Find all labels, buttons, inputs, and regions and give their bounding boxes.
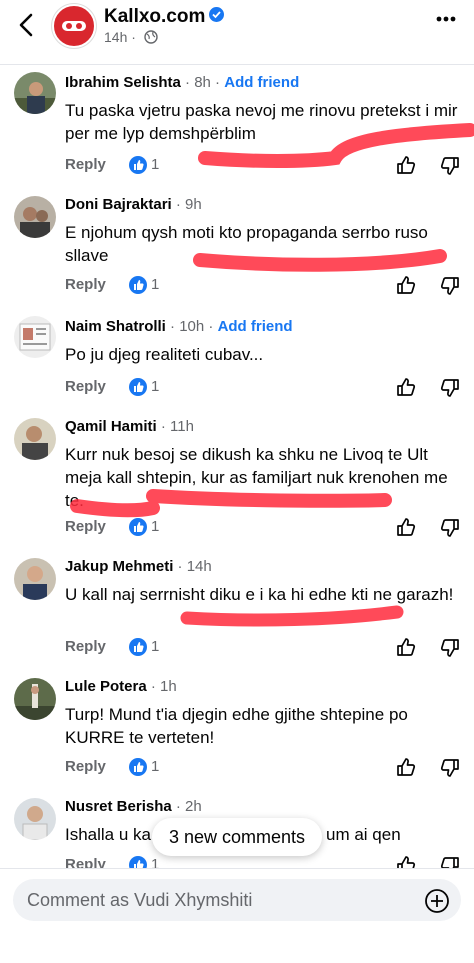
comment-time: · 2h	[175, 798, 202, 815]
kallxo-logo-icon	[57, 9, 91, 43]
reply-button[interactable]: Reply	[65, 638, 106, 655]
comment-time: · 10h ·	[170, 318, 214, 335]
page-logo[interactable]	[52, 4, 96, 48]
comment-text-start: Ishalla u ka	[65, 825, 151, 844]
like-count: 1	[151, 156, 160, 173]
thumbs-down-icon[interactable]	[439, 517, 461, 539]
avatar[interactable]	[14, 558, 56, 600]
like-reaction-icon	[129, 276, 147, 294]
avatar[interactable]	[14, 798, 56, 840]
back-arrow-icon[interactable]	[14, 12, 40, 38]
top-bar: Kallxo.com 14h ·	[0, 0, 474, 62]
like-reaction-icon	[129, 378, 147, 396]
add-friend-button[interactable]: Add friend	[218, 318, 293, 335]
page-title[interactable]: Kallxo.com	[104, 6, 225, 28]
comment-header: Nusret Berisha · 2h	[65, 798, 202, 815]
comment-time: · 11h	[160, 418, 194, 435]
add-attachment-icon[interactable]	[424, 888, 450, 914]
commenter-name[interactable]: Lule Potera	[65, 678, 147, 695]
like-reaction-icon	[129, 638, 147, 656]
comment-header: Doni Bajraktari · 9h	[65, 196, 202, 213]
like-count: 1	[151, 758, 160, 775]
red-scribble-mark	[70, 489, 392, 518]
reply-button[interactable]: Reply	[65, 758, 106, 775]
comment-actions: Reply 1	[65, 378, 465, 398]
commenter-name[interactable]: Naim Shatrolli	[65, 318, 166, 335]
comment-text: Po ju djeg realiteti cubav...	[65, 345, 264, 364]
comment-text-end: um ai qen	[326, 825, 401, 844]
like-count: 1	[151, 638, 160, 655]
new-comments-button[interactable]: 3 new comments	[152, 818, 322, 856]
commenter-name[interactable]: Ibrahim Selishta	[65, 74, 181, 91]
avatar[interactable]	[14, 678, 56, 720]
comment-header: Lule Potera · 1h	[65, 678, 177, 695]
more-options-icon[interactable]	[436, 16, 456, 22]
commenter-name[interactable]: Nusret Berisha	[65, 798, 172, 815]
reply-button[interactable]: Reply	[65, 276, 106, 293]
commenter-name[interactable]: Jakup Mehmeti	[65, 558, 173, 575]
like-reaction-icon	[129, 156, 147, 174]
red-scribble-mark	[193, 249, 447, 272]
avatar[interactable]	[14, 418, 56, 460]
header-divider	[0, 64, 474, 65]
red-scribble-mark	[198, 123, 474, 168]
comment-time: · 14h	[177, 558, 212, 575]
globe-icon	[144, 30, 158, 44]
comment-time: · 1h	[150, 678, 177, 695]
avatar[interactable]	[14, 196, 56, 238]
comment-header: Qamil Hamiti · 11h	[65, 418, 194, 435]
post-meta: 14h ·	[104, 29, 158, 45]
thumbs-down-icon[interactable]	[439, 377, 461, 399]
comment-time: · 9h	[175, 196, 202, 213]
thumbs-up-icon[interactable]	[395, 636, 417, 658]
comment-actions: Reply 1	[65, 758, 465, 778]
reply-button[interactable]: Reply	[65, 378, 106, 395]
comment-input[interactable]	[13, 879, 461, 921]
reply-button[interactable]: Reply	[65, 156, 106, 173]
red-scribble-mark	[180, 605, 404, 627]
comment-text: Turp! Mund t'ia djegin edhe gjithe shtep…	[65, 705, 408, 747]
comment-composer	[0, 868, 474, 963]
post-time: 14h	[104, 29, 128, 45]
page-name-text[interactable]: Kallxo.com	[104, 6, 205, 27]
comment-actions: Reply 1	[65, 638, 465, 658]
like-count: 1	[151, 276, 160, 293]
comment-time: · 8h ·	[185, 74, 221, 91]
avatar[interactable]	[14, 72, 56, 114]
like-reaction-icon	[129, 758, 147, 776]
comment-header: Jakup Mehmeti · 14h	[65, 558, 212, 575]
like-count: 1	[151, 378, 160, 395]
commenter-name[interactable]: Doni Bajraktari	[65, 196, 172, 213]
verified-badge-icon	[209, 7, 225, 22]
thumbs-down-icon[interactable]	[439, 757, 461, 779]
commenter-name[interactable]: Qamil Hamiti	[65, 418, 157, 435]
add-friend-button[interactable]: Add friend	[224, 74, 299, 91]
comment-header: Ibrahim Selishta · 8h · Add friend	[65, 74, 299, 91]
thumbs-up-icon[interactable]	[395, 756, 417, 778]
thumbs-up-icon[interactable]	[395, 376, 417, 398]
thumbs-up-icon[interactable]	[395, 516, 417, 538]
comment-header: Naim Shatrolli · 10h · Add friend	[65, 318, 293, 335]
thumbs-down-icon[interactable]	[439, 637, 461, 659]
avatar[interactable]	[14, 316, 56, 358]
